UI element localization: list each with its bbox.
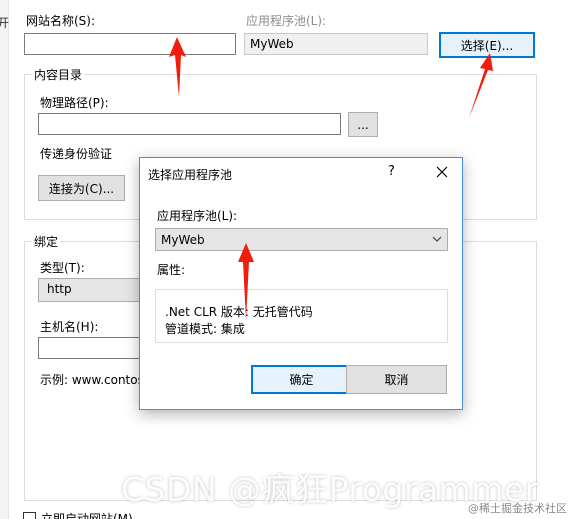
arrow-site-name <box>169 37 186 97</box>
arrow-dialog-pool <box>238 243 254 320</box>
annotation-arrows <box>169 37 493 320</box>
arrow-select-button <box>469 53 493 118</box>
juejin-watermark: @稀土掘金技术社区 <box>468 502 567 515</box>
